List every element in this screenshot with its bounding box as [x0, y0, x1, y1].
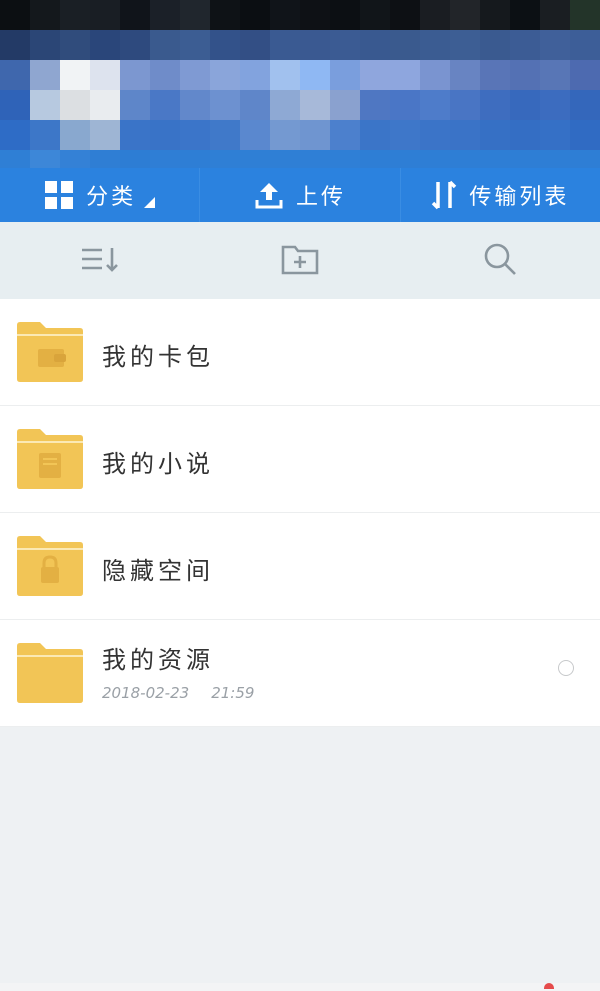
file-date: 2018-02-23: [102, 684, 190, 702]
dropdown-caret-icon: [144, 196, 156, 208]
grid-icon: [44, 180, 74, 210]
file-time: 21:59: [211, 684, 255, 702]
file-item-resources[interactable]: 我的资源 2018-02-23 21:59: [0, 620, 600, 727]
new-folder-button[interactable]: [200, 222, 400, 299]
transfer-icon: [431, 180, 457, 210]
file-name: 我的卡包: [102, 343, 214, 371]
new-folder-icon: [281, 243, 319, 279]
category-button[interactable]: 分类: [0, 168, 201, 222]
book-folder-icon: [16, 428, 84, 494]
category-label: 分类: [86, 185, 137, 210]
file-item-hidden-space[interactable]: 隐藏空间: [0, 513, 600, 620]
file-item-novels[interactable]: 我的小说: [0, 406, 600, 513]
file-name: 隐藏空间: [102, 557, 214, 585]
bottom-tab-bar-edge: [0, 983, 600, 991]
upload-button[interactable]: 上传: [200, 168, 401, 222]
lock-folder-icon: [16, 535, 84, 601]
folder-icon: [16, 642, 84, 708]
file-name: 我的资源: [102, 646, 214, 674]
sort-button[interactable]: [0, 222, 200, 299]
file-item-card-wallet[interactable]: 我的卡包: [0, 299, 600, 406]
search-icon: [482, 241, 518, 281]
file-name: 我的小说: [102, 450, 214, 478]
select-checkbox[interactable]: [558, 660, 574, 676]
top-action-bar: 分类 上传 传输列表: [0, 168, 600, 222]
search-button[interactable]: [400, 222, 600, 299]
file-toolbar: [0, 222, 600, 299]
file-list: 我的卡包 我的小说 隐藏空间 我的资源 2018-02-23 21:59: [0, 299, 600, 727]
wallet-folder-icon: [16, 321, 84, 387]
notification-dot: [544, 983, 554, 989]
transfer-list-button[interactable]: 传输列表: [401, 168, 600, 222]
sort-icon: [80, 244, 120, 278]
transfer-list-label: 传输列表: [469, 185, 570, 210]
upload-label: 上传: [295, 185, 346, 210]
upload-icon: [254, 180, 284, 210]
blurred-header: [0, 0, 600, 170]
file-meta: 2018-02-23 21:59: [102, 684, 254, 702]
